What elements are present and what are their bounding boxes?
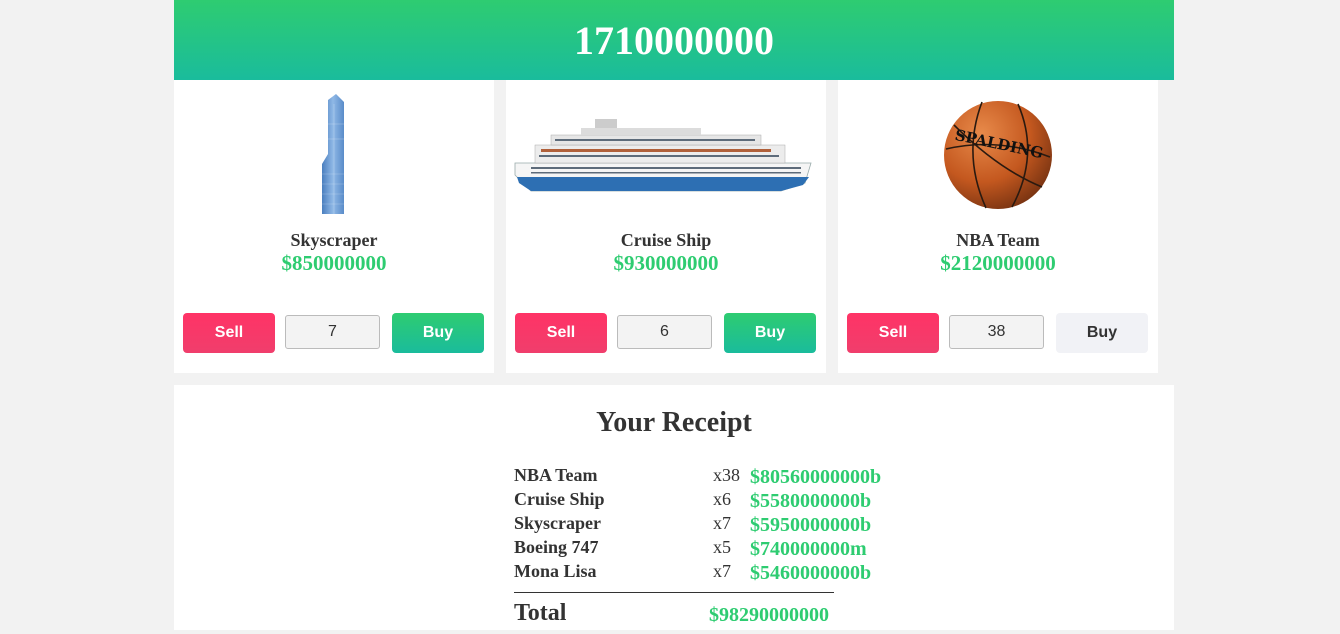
receipt-item-qty: x7 (713, 513, 731, 533)
receipt-item-name: Skyscraper (514, 513, 601, 533)
receipt-row: Boeing 747 x5 $740000000m (514, 537, 914, 561)
receipt-item-total: $740000000m (750, 538, 867, 560)
buy-button[interactable]: Buy (724, 313, 816, 353)
item-name: Cruise Ship (620, 230, 712, 250)
quantity-input[interactable] (949, 315, 1044, 349)
item-price: $930000000 (613, 251, 719, 275)
receipt-title: Your Receipt (596, 407, 752, 438)
receipt-row: Mona Lisa x7 $5460000000b (514, 561, 914, 585)
sell-button[interactable]: Sell (515, 313, 607, 353)
receipt-item-qty: x38 (713, 465, 740, 485)
receipt-item-qty: x5 (713, 537, 731, 557)
receipt-item-total: $5950000000b (750, 514, 872, 536)
receipt-row: Skyscraper x7 $5950000000b (514, 513, 914, 537)
basketball-image: SPALDING (838, 90, 1158, 220)
receipt-panel: Your Receipt NBA Team x38 $80560000000b … (174, 385, 1174, 630)
receipt-row: Cruise Ship x6 $5580000000b (514, 489, 914, 513)
receipt-total-value: $98290000000 (709, 604, 829, 626)
receipt-divider (514, 592, 834, 593)
item-card-skyscraper: Skyscraper $850000000 Sell Buy (174, 80, 494, 373)
item-card-cruise-ship: Cruise Ship $930000000 Sell Buy (506, 80, 826, 373)
receipt-total-label: Total (514, 600, 567, 626)
skyscraper-image (174, 90, 494, 220)
receipt-item-qty: x6 (713, 489, 731, 509)
receipt-item-total: $80560000000b (750, 466, 882, 488)
buy-button[interactable]: Buy (392, 313, 484, 353)
receipt-item-total: $5580000000b (750, 490, 872, 512)
receipt-item-qty: x7 (713, 561, 731, 581)
receipt-item-name: Mona Lisa (514, 561, 597, 581)
quantity-input[interactable] (285, 315, 380, 349)
receipt-item-name: Cruise Ship (514, 489, 605, 509)
receipt-item-total: $5460000000b (750, 562, 872, 584)
item-card-nba-team: SPALDING NBA Team $2120000000 Sell Buy (838, 80, 1158, 373)
receipt-item-name: Boeing 747 (514, 537, 599, 557)
item-price: $2120000000 (940, 251, 1056, 275)
quantity-input[interactable] (617, 315, 712, 349)
money-balance: 1710000000 (574, 17, 774, 63)
items-grid: Skyscraper $850000000 Sell Buy (174, 80, 1174, 373)
buy-button[interactable]: Buy (1056, 313, 1148, 353)
item-name: Skyscraper (290, 230, 378, 250)
cruise-ship-image (506, 90, 826, 220)
balance-header: 1710000000 (174, 0, 1174, 80)
item-price: $850000000 (281, 251, 387, 275)
sell-button[interactable]: Sell (847, 313, 939, 353)
receipt-row: NBA Team x38 $80560000000b (514, 465, 914, 489)
receipt-item-name: NBA Team (514, 465, 598, 485)
sell-button[interactable]: Sell (183, 313, 275, 353)
item-name: NBA Team (956, 230, 1040, 250)
